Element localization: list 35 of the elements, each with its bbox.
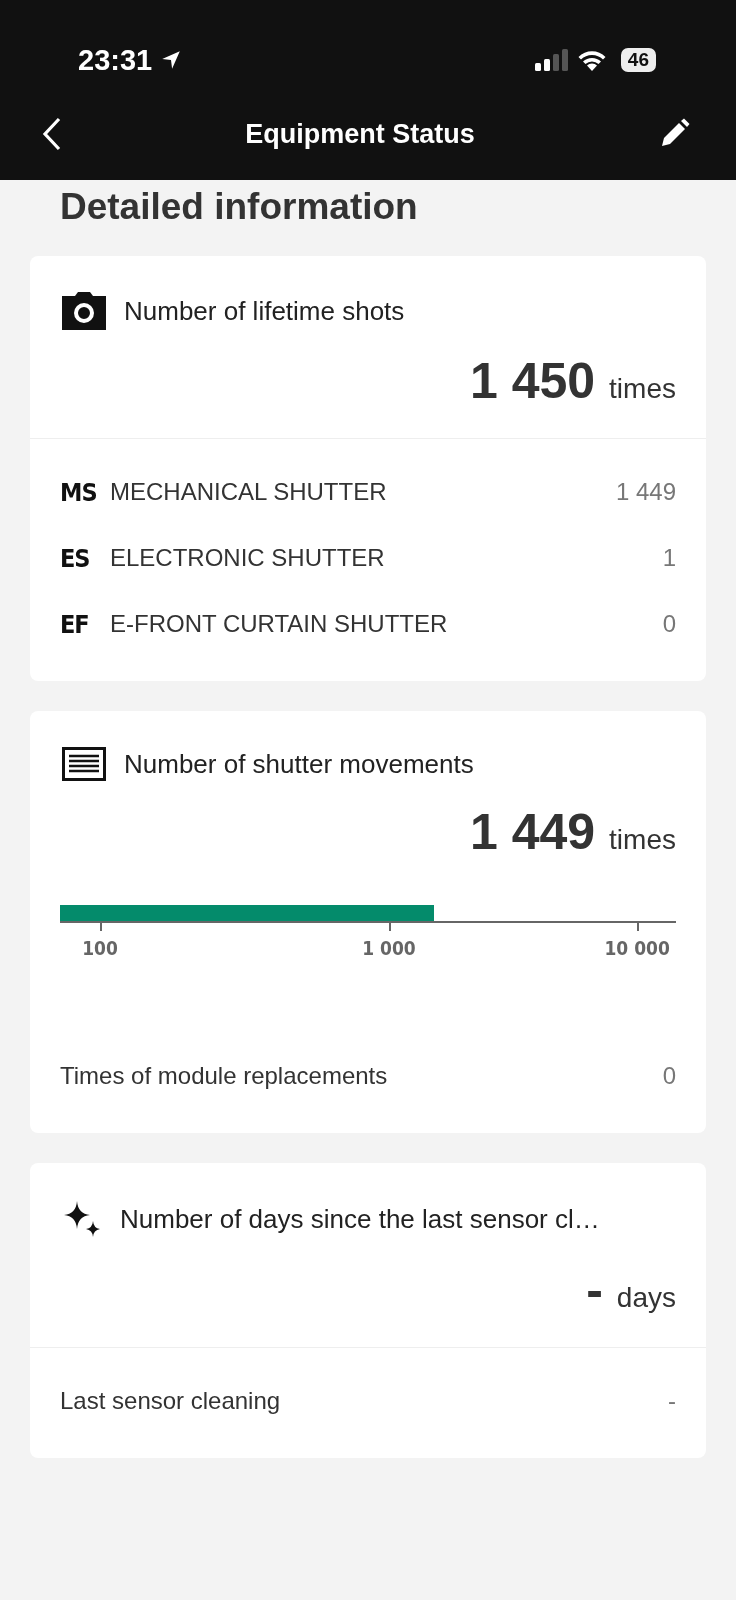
card-title: Number of shutter movements	[124, 748, 474, 780]
back-icon[interactable]	[42, 117, 62, 151]
row-label: E-FRONT CURTAIN SHUTTER	[110, 610, 449, 638]
battery-level: 46	[620, 48, 656, 72]
row-value: 1 449	[615, 478, 676, 506]
scale-label: 100	[82, 937, 118, 959]
row-label: Times of module replacements	[60, 1062, 389, 1090]
row-label: ELECTRONIC SHUTTER	[110, 544, 386, 572]
scale-label: 10 000	[604, 937, 670, 959]
row-label: MECHANICAL SHUTTER	[110, 478, 388, 506]
location-arrow-icon	[160, 49, 183, 71]
unit-label: times	[609, 824, 676, 856]
count-value: -	[586, 1261, 603, 1319]
screen-title: Equipment Status	[245, 118, 475, 150]
count-value: 1 450	[469, 352, 596, 410]
row-value: 0	[662, 1062, 676, 1090]
row-label: Last sensor cleaning	[60, 1387, 282, 1415]
count-value: 1 449	[469, 803, 596, 861]
shutter-icon	[62, 747, 106, 781]
camera-icon	[62, 292, 106, 330]
card-title: Number of days since the last sensor cl…	[120, 1203, 600, 1235]
card-title: Number of lifetime shots	[124, 295, 405, 327]
shutter-code: ES	[60, 543, 91, 573]
signal-icon	[534, 49, 569, 71]
unit-label: times	[609, 373, 676, 405]
section-heading: Detailed information	[60, 186, 419, 228]
shutter-code: MS	[60, 477, 98, 507]
scale-label: 1 000	[362, 937, 416, 959]
row-value: -	[668, 1387, 676, 1415]
row-value: 0	[662, 610, 676, 638]
unit-label: days	[616, 1282, 676, 1314]
status-time: 23:31	[78, 43, 153, 77]
wifi-icon	[576, 49, 607, 71]
row-value: 1	[662, 544, 676, 572]
shutter-code: EF	[60, 609, 90, 639]
